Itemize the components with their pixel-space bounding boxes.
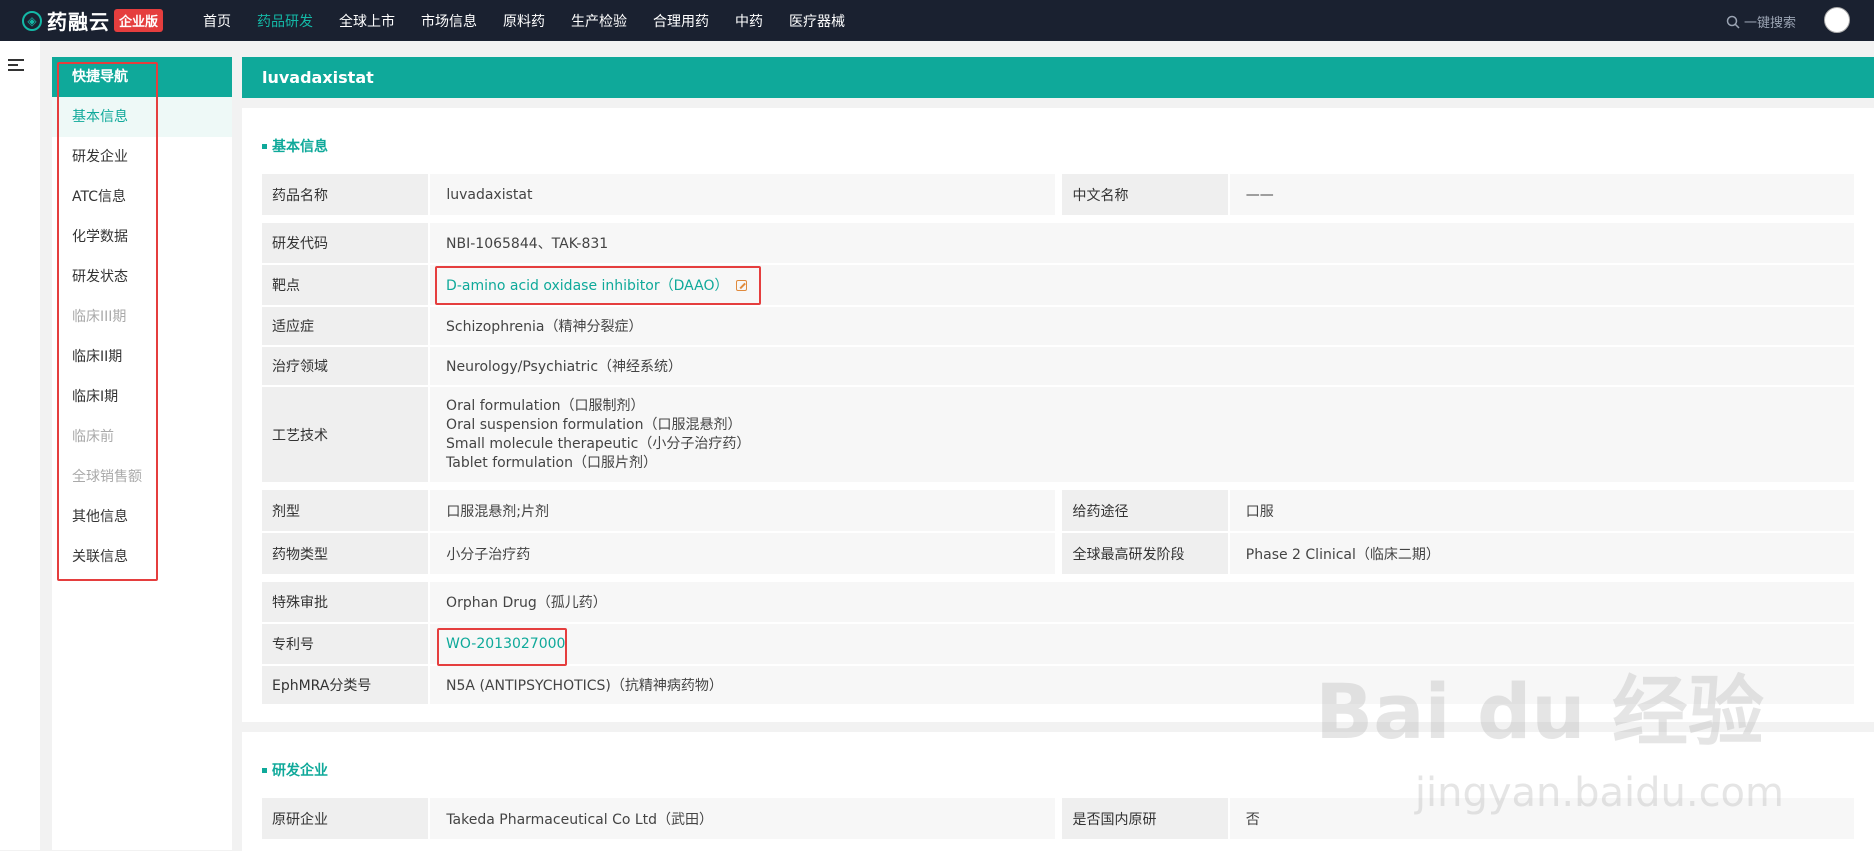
nav-production[interactable]: 生产检验 <box>571 11 627 31</box>
nav-drug-rd[interactable]: 药品研发 <box>257 11 313 31</box>
label-indication: 适应症 <box>262 307 429 345</box>
value-dosage-form: 口服混悬剂;片剂 <box>430 490 1055 531</box>
value-drug-name: luvadaxistat <box>430 174 1055 215</box>
nav-devices[interactable]: 医疗器械 <box>789 11 845 31</box>
quick-nav-phase3: 临床III期 <box>72 309 127 325</box>
quick-nav: 快捷导航 基本信息 研发企业 ATC信息 化学数据 研发状态 临床III期 临床… <box>52 57 232 850</box>
tech-item: Tablet formulation（口服片剂） <box>446 454 657 471</box>
nav-home[interactable]: 首页 <box>203 11 231 31</box>
basic-info-panel: 基本信息 药品名称 luvadaxistat 中文名称 —— 研发代码 NBI-… <box>242 108 1874 722</box>
value-technology: Oral formulation（口服制剂） Oral suspension f… <box>430 387 1854 482</box>
label-highest-stage: 全球最高研发阶段 <box>1062 533 1228 574</box>
nav-rational-use[interactable]: 合理用药 <box>653 11 709 31</box>
patent-link[interactable]: WO-2013027000 <box>446 636 565 652</box>
quick-nav-chemistry[interactable]: 化学数据 <box>52 217 232 257</box>
nav-market-info[interactable]: 市场信息 <box>421 11 477 31</box>
value-originator: Takeda Pharmaceutical Co Ltd（武田） <box>430 798 1055 839</box>
quick-nav-atc[interactable]: ATC信息 <box>52 177 232 217</box>
label-cn-name: 中文名称 <box>1062 174 1228 215</box>
tech-item: Oral suspension formulation（口服混悬剂） <box>446 416 742 433</box>
label-route: 给药途径 <box>1062 490 1228 531</box>
value-cn-name: —— <box>1229 174 1854 215</box>
value-rd-code: NBI-1065844、TAK-831 <box>430 223 1854 263</box>
quick-nav-other[interactable]: 其他信息 <box>52 497 232 537</box>
value-route: 口服 <box>1229 490 1854 531</box>
drug-title: luvadaxistat <box>242 57 1874 98</box>
top-navbar: ◈ 药融云 企业版 首页 药品研发 全球上市 市场信息 原料药 生产检验 合理用… <box>0 0 1874 41</box>
quick-nav-preclinical: 临床前 <box>72 429 114 445</box>
edit-icon[interactable] <box>736 279 748 291</box>
main-content: luvadaxistat 基本信息 药品名称 luvadaxistat 中文名称… <box>242 57 1874 851</box>
nav-api[interactable]: 原料药 <box>503 11 545 31</box>
quick-nav-sales: 全球销售额 <box>72 469 142 485</box>
value-therapeutic-area: Neurology/Psychiatric（神经系统） <box>430 347 1854 385</box>
quick-nav-companies[interactable]: 研发企业 <box>52 137 232 177</box>
section-companies: 研发企业 <box>262 760 1854 780</box>
value-drug-type: 小分子治疗药 <box>430 533 1055 574</box>
tech-item: Small molecule therapeutic（小分子治疗药） <box>446 435 751 452</box>
label-technology: 工艺技术 <box>262 387 429 482</box>
target-link[interactable]: D-amino acid oxidase inhibitor（DAAO） <box>446 275 728 295</box>
quick-nav-status[interactable]: 研发状态 <box>52 257 232 297</box>
nav-global-market[interactable]: 全球上市 <box>339 11 395 31</box>
value-domestic: 否 <box>1229 798 1854 839</box>
label-target: 靶点 <box>262 265 429 305</box>
label-rd-code: 研发代码 <box>262 223 429 263</box>
label-domestic: 是否国内原研 <box>1062 798 1228 839</box>
value-highest-stage: Phase 2 Clinical（临床二期） <box>1229 533 1854 574</box>
avatar[interactable] <box>1824 7 1850 33</box>
label-ephmra: EphMRA分类号 <box>262 666 429 704</box>
value-ephmra: N5A (ANTIPSYCHOTICS)（抗精神病药物） <box>430 666 1854 704</box>
logo-text: 药融云 <box>47 10 110 34</box>
value-target: D-amino acid oxidase inhibitor（DAAO） <box>430 265 1854 305</box>
label-originator: 原研企业 <box>262 798 429 839</box>
quick-nav-phase1[interactable]: 临床I期 <box>52 377 232 417</box>
label-drug-type: 药物类型 <box>262 533 429 574</box>
menu-icon[interactable] <box>8 59 24 74</box>
main-nav: 首页 药品研发 全球上市 市场信息 原料药 生产检验 合理用药 中药 医疗器械 <box>203 11 871 31</box>
label-drug-name: 药品名称 <box>262 174 429 215</box>
logo-icon: ◈ <box>22 10 42 31</box>
value-indication: Schizophrenia（精神分裂症） <box>430 307 1854 345</box>
search-icon <box>1726 15 1740 29</box>
label-patent: 专利号 <box>262 624 429 664</box>
tech-item: Oral formulation（口服制剂） <box>446 397 645 414</box>
quick-nav-header: 快捷导航 <box>52 57 232 97</box>
section-basic-info: 基本信息 <box>262 136 1854 156</box>
global-search[interactable]: 一键搜索 <box>1726 12 1796 31</box>
company-panel: 研发企业 原研企业 Takeda Pharmaceutical Co Ltd（武… <box>242 732 1874 851</box>
label-therapeutic-area: 治疗领域 <box>262 347 429 385</box>
search-label: 一键搜索 <box>1743 16 1796 31</box>
nav-tcm[interactable]: 中药 <box>735 11 763 31</box>
value-patent: WO-2013027000 <box>430 624 1854 664</box>
quick-nav-basic-info[interactable]: 基本信息 <box>52 97 232 137</box>
quick-nav-phase2[interactable]: 临床II期 <box>52 337 232 377</box>
label-special-approval: 特殊审批 <box>262 582 429 622</box>
edition-badge: 企业版 <box>114 9 164 32</box>
label-dosage-form: 剂型 <box>262 490 429 531</box>
app-logo[interactable]: ◈ 药融云 企业版 <box>22 6 164 35</box>
quick-nav-related[interactable]: 关联信息 <box>52 537 232 577</box>
side-rail <box>0 41 40 850</box>
value-special-approval: Orphan Drug（孤儿药） <box>430 582 1854 622</box>
